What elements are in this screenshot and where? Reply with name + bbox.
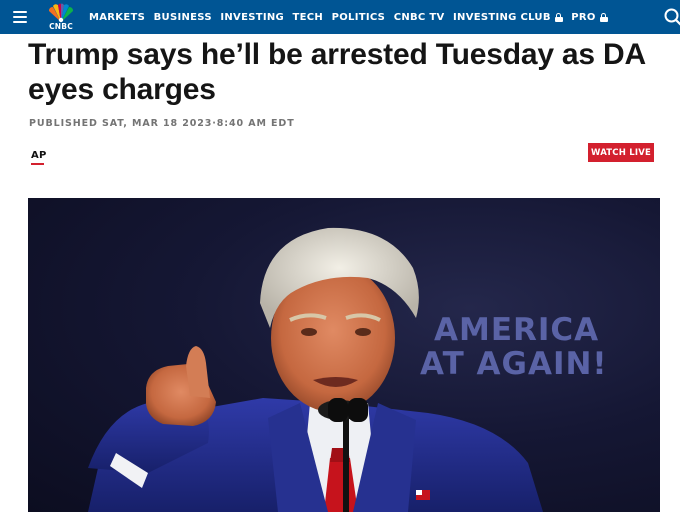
- nav-item-pro[interactable]: PRO: [571, 11, 608, 23]
- nav-item-investing-club[interactable]: INVESTING CLUB: [453, 12, 563, 23]
- nav-item-politics[interactable]: POLITICS: [332, 12, 386, 23]
- nav-item-label: INVESTING CLUB: [453, 11, 551, 23]
- nav-item-label: PRO: [571, 11, 596, 23]
- nav-item-label: CNBC TV: [393, 11, 445, 23]
- hamburger-menu-icon[interactable]: [13, 11, 27, 23]
- backdrop-text-line-1: AMERICA: [434, 312, 599, 348]
- nav-item-cnbc-tv[interactable]: CNBC TV: [394, 12, 445, 23]
- lock-icon: [599, 12, 608, 22]
- lock-icon: [554, 12, 563, 22]
- nav-item-label: BUSINESS: [153, 11, 212, 23]
- logo-text: CNBC: [49, 22, 73, 31]
- cnbc-logo[interactable]: CNBC: [44, 3, 78, 31]
- nav-item-markets[interactable]: MARKETS: [89, 12, 145, 23]
- nav-item-tech[interactable]: TECH: [293, 12, 324, 23]
- article-source[interactable]: AP: [31, 150, 46, 161]
- top-nav-bar: CNBC MARKETS BUSINESS INVESTING TECH POL…: [0, 0, 680, 34]
- backdrop-text-line-2: AT AGAIN!: [420, 346, 608, 382]
- nav-item-label: INVESTING: [220, 11, 285, 23]
- nav-item-label: TECH: [292, 11, 324, 23]
- watch-live-button[interactable]: WATCH LIVE: [588, 143, 654, 162]
- source-underline: [31, 163, 44, 165]
- nav-item-label: MARKETS: [89, 11, 146, 23]
- nav-item-investing[interactable]: INVESTING: [220, 12, 284, 23]
- search-icon[interactable]: [664, 8, 680, 26]
- nav-item-business[interactable]: BUSINESS: [154, 12, 212, 23]
- article-headline: Trump says he’ll be arrested Tuesday as …: [28, 38, 645, 106]
- hero-image[interactable]: AMERICA AT AGAIN!: [28, 198, 660, 512]
- peacock-icon: [49, 3, 73, 23]
- published-timestamp: PUBLISHED SAT, MAR 18 2023·8:40 AM EDT: [29, 118, 295, 129]
- nav-item-label: POLITICS: [331, 11, 386, 23]
- hero-photo: AMERICA AT AGAIN!: [88, 227, 608, 512]
- nav-links: MARKETS BUSINESS INVESTING TECH POLITICS…: [89, 0, 616, 34]
